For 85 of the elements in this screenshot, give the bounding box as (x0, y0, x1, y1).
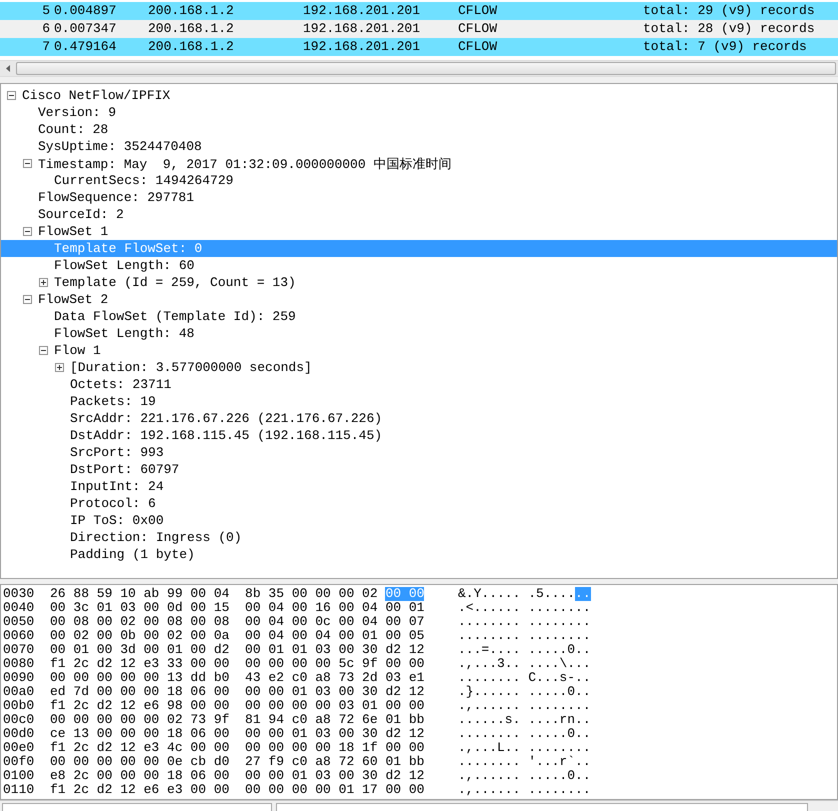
tree-item[interactable]: Octets: 23711 (1, 376, 837, 393)
hex-bytes[interactable]: f1 2c d2 12 e6 98 00 00 00 00 00 00 03 01 00 00 (50, 699, 424, 713)
tree-item[interactable]: Flow 1 (1, 342, 837, 359)
ascii-text[interactable]: .,...... ........ (458, 783, 591, 797)
tree-item[interactable]: FlowSet 1 (1, 223, 837, 240)
tree-item[interactable]: SrcAddr: 221.176.67.226 (221.176.67.226) (1, 410, 837, 427)
scroll-left-icon[interactable] (6, 65, 10, 72)
tree-item[interactable]: FlowSequence: 297781 (1, 189, 837, 206)
offset-label: 00e0 (3, 741, 36, 755)
ascii-text[interactable]: ........ .....0.. (458, 727, 591, 741)
tree-item[interactable]: Direction: Ingress (0) (1, 529, 837, 546)
tree-item[interactable]: SrcPort: 993 (1, 444, 837, 461)
tree-item[interactable]: Timestamp: May 9, 2017 01:32:09.000000000 中国标准时间 (1, 155, 837, 172)
ascii-text[interactable]: ........ C...s-.. (458, 671, 591, 685)
collapse-icon[interactable] (23, 295, 32, 304)
collapse-icon[interactable] (23, 159, 32, 168)
hex-bytes[interactable]: 00 00 00 00 00 02 73 9f 81 94 c0 a8 72 6e 01 bb (50, 713, 424, 727)
offset-label: 00d0 (3, 727, 36, 741)
hex-bytes[interactable]: 00 08 00 02 00 08 00 08 00 04 00 0c 00 04 00 07 (50, 615, 424, 629)
ascii-text[interactable]: .<...... ........ (458, 601, 591, 615)
offset-label: 00f0 (3, 755, 36, 769)
collapse-icon[interactable] (23, 227, 32, 236)
tree-item[interactable]: Version: 9 (1, 104, 837, 121)
hex-bytes[interactable]: 00 02 00 0b 00 02 00 0a 00 04 00 04 00 01 00 05 (50, 629, 424, 643)
ascii-text[interactable]: .,...L.. ........ (458, 741, 591, 755)
tree-item[interactable]: [Duration: 3.577000000 seconds] (1, 359, 837, 376)
collapse-icon[interactable] (7, 91, 16, 100)
offset-label: 0070 (3, 643, 36, 657)
offset-label: 00c0 (3, 713, 36, 727)
offset-label: 0040 (3, 601, 36, 615)
tree-item[interactable]: FlowSet Length: 60 (1, 257, 837, 274)
offset-label: 0050 (3, 615, 36, 629)
ascii-text[interactable]: .,...... .....0.. (458, 769, 591, 783)
hex-bytes[interactable]: e8 2c 00 00 00 18 06 00 00 00 01 03 00 30 d2 12 (50, 769, 424, 783)
offset-label: 0090 (3, 671, 36, 685)
tree-item[interactable]: IP ToS: 0x00 (1, 512, 837, 529)
ascii-text[interactable]: ........ ........ (458, 629, 591, 643)
hex-bytes[interactable]: 00 01 00 3d 00 01 00 d2 00 01 01 03 00 30 d2 12 (50, 643, 424, 657)
ascii-text[interactable]: .,...3.. ....\... (458, 657, 591, 671)
tree-item[interactable]: Template (Id = 259, Count = 13) (1, 274, 837, 291)
hex-bytes[interactable]: ce 13 00 00 00 18 06 00 00 00 01 03 00 30 d2 12 (50, 727, 424, 741)
horizontal-scrollbar[interactable] (0, 60, 838, 77)
tree-item[interactable]: CurrentSecs: 1494264729 (1, 172, 837, 189)
tree-item[interactable]: SysUptime: 3524470408 (1, 138, 837, 155)
hex-bytes[interactable]: ed 7d 00 00 00 18 06 00 00 00 01 03 00 30 d2 12 (50, 685, 424, 699)
hex-bytes[interactable]: 26 88 59 10 ab 99 00 04 8b 35 00 00 00 02 (50, 587, 386, 601)
tree-item[interactable]: Packets: 19 (1, 393, 837, 410)
packet-row[interactable]: 7 0.479164 200.168.1.2 192.168.201.201 CFLOW total: 7 (v9) records (0, 38, 838, 56)
tree-item[interactable]: DstPort: 60797 (1, 461, 837, 478)
hex-bytes[interactable]: f1 2c d2 12 e3 4c 00 00 00 00 00 00 18 1f 00 00 (50, 741, 424, 755)
collapse-icon[interactable] (39, 346, 48, 355)
hex-bytes[interactable]: 00 3c 01 03 00 0d 00 15 00 04 00 16 00 04 00 01 (50, 601, 424, 615)
expand-icon[interactable] (55, 363, 64, 372)
hex-bytes[interactable]: 00 00 00 00 00 0e cb d0 27 f9 c0 a8 72 60 01 bb (50, 755, 424, 769)
packet-row[interactable]: 6 0.007347 200.168.1.2 192.168.201.201 CFLOW total: 28 (v9) records (0, 20, 838, 38)
tree-item[interactable]: FlowSet Length: 48 (1, 325, 837, 342)
tree-item[interactable]: Data FlowSet (Template Id): 259 (1, 308, 837, 325)
tree-item[interactable]: Count: 28 (1, 121, 837, 138)
hex-bytes[interactable]: f1 2c d2 12 e3 33 00 00 00 00 00 00 5c 9f 00 00 (50, 657, 424, 671)
scrollbar-thumb[interactable] (16, 62, 836, 75)
offset-label: 0060 (3, 629, 36, 643)
tree-item[interactable]: Protocol: 6 (1, 495, 837, 512)
tree-item[interactable]: SourceId: 2 (1, 206, 837, 223)
ascii-text[interactable]: .}...... .....0.. (458, 685, 591, 699)
ascii-text[interactable]: ........ '...r`.. (458, 755, 591, 769)
tree-item[interactable]: DstAddr: 192.168.115.45 (192.168.115.45) (1, 427, 837, 444)
expand-icon[interactable] (39, 278, 48, 287)
offset-label: 0080 (3, 657, 36, 671)
offset-label: 0100 (3, 769, 36, 783)
tree-item[interactable]: FlowSet 2 (1, 291, 837, 308)
hex-bytes[interactable]: 00 00 00 00 00 13 dd b0 43 e2 c0 a8 73 2d 03 e1 (50, 671, 424, 685)
offset-label: 00b0 (3, 699, 36, 713)
ascii-text[interactable]: .,...... ........ (458, 699, 591, 713)
ascii-text[interactable]: ...=.... .....0.. (458, 643, 591, 657)
packet-row[interactable]: 5 0.004897 200.168.1.2 192.168.201.201 CFLOW total: 29 (v9) records (0, 2, 838, 20)
offset-label: 0030 (3, 587, 36, 601)
tree-item[interactable]: Padding (1 byte) (1, 546, 837, 563)
offset-label: 00a0 (3, 685, 36, 699)
offset-label: 0110 (3, 783, 36, 797)
hex-bytes[interactable]: f1 2c d2 12 e6 e3 00 00 00 00 00 00 01 17 00 00 (50, 783, 424, 797)
ascii-text[interactable]: ......s. ....rn.. (458, 713, 591, 727)
tree-item[interactable]: Cisco NetFlow/IPFIX (1, 87, 837, 104)
ascii-text[interactable]: &.Y..... .5.... (458, 587, 576, 601)
tree-item[interactable]: InputInt: 24 (1, 478, 837, 495)
ascii-text[interactable]: ........ ........ (458, 615, 591, 629)
